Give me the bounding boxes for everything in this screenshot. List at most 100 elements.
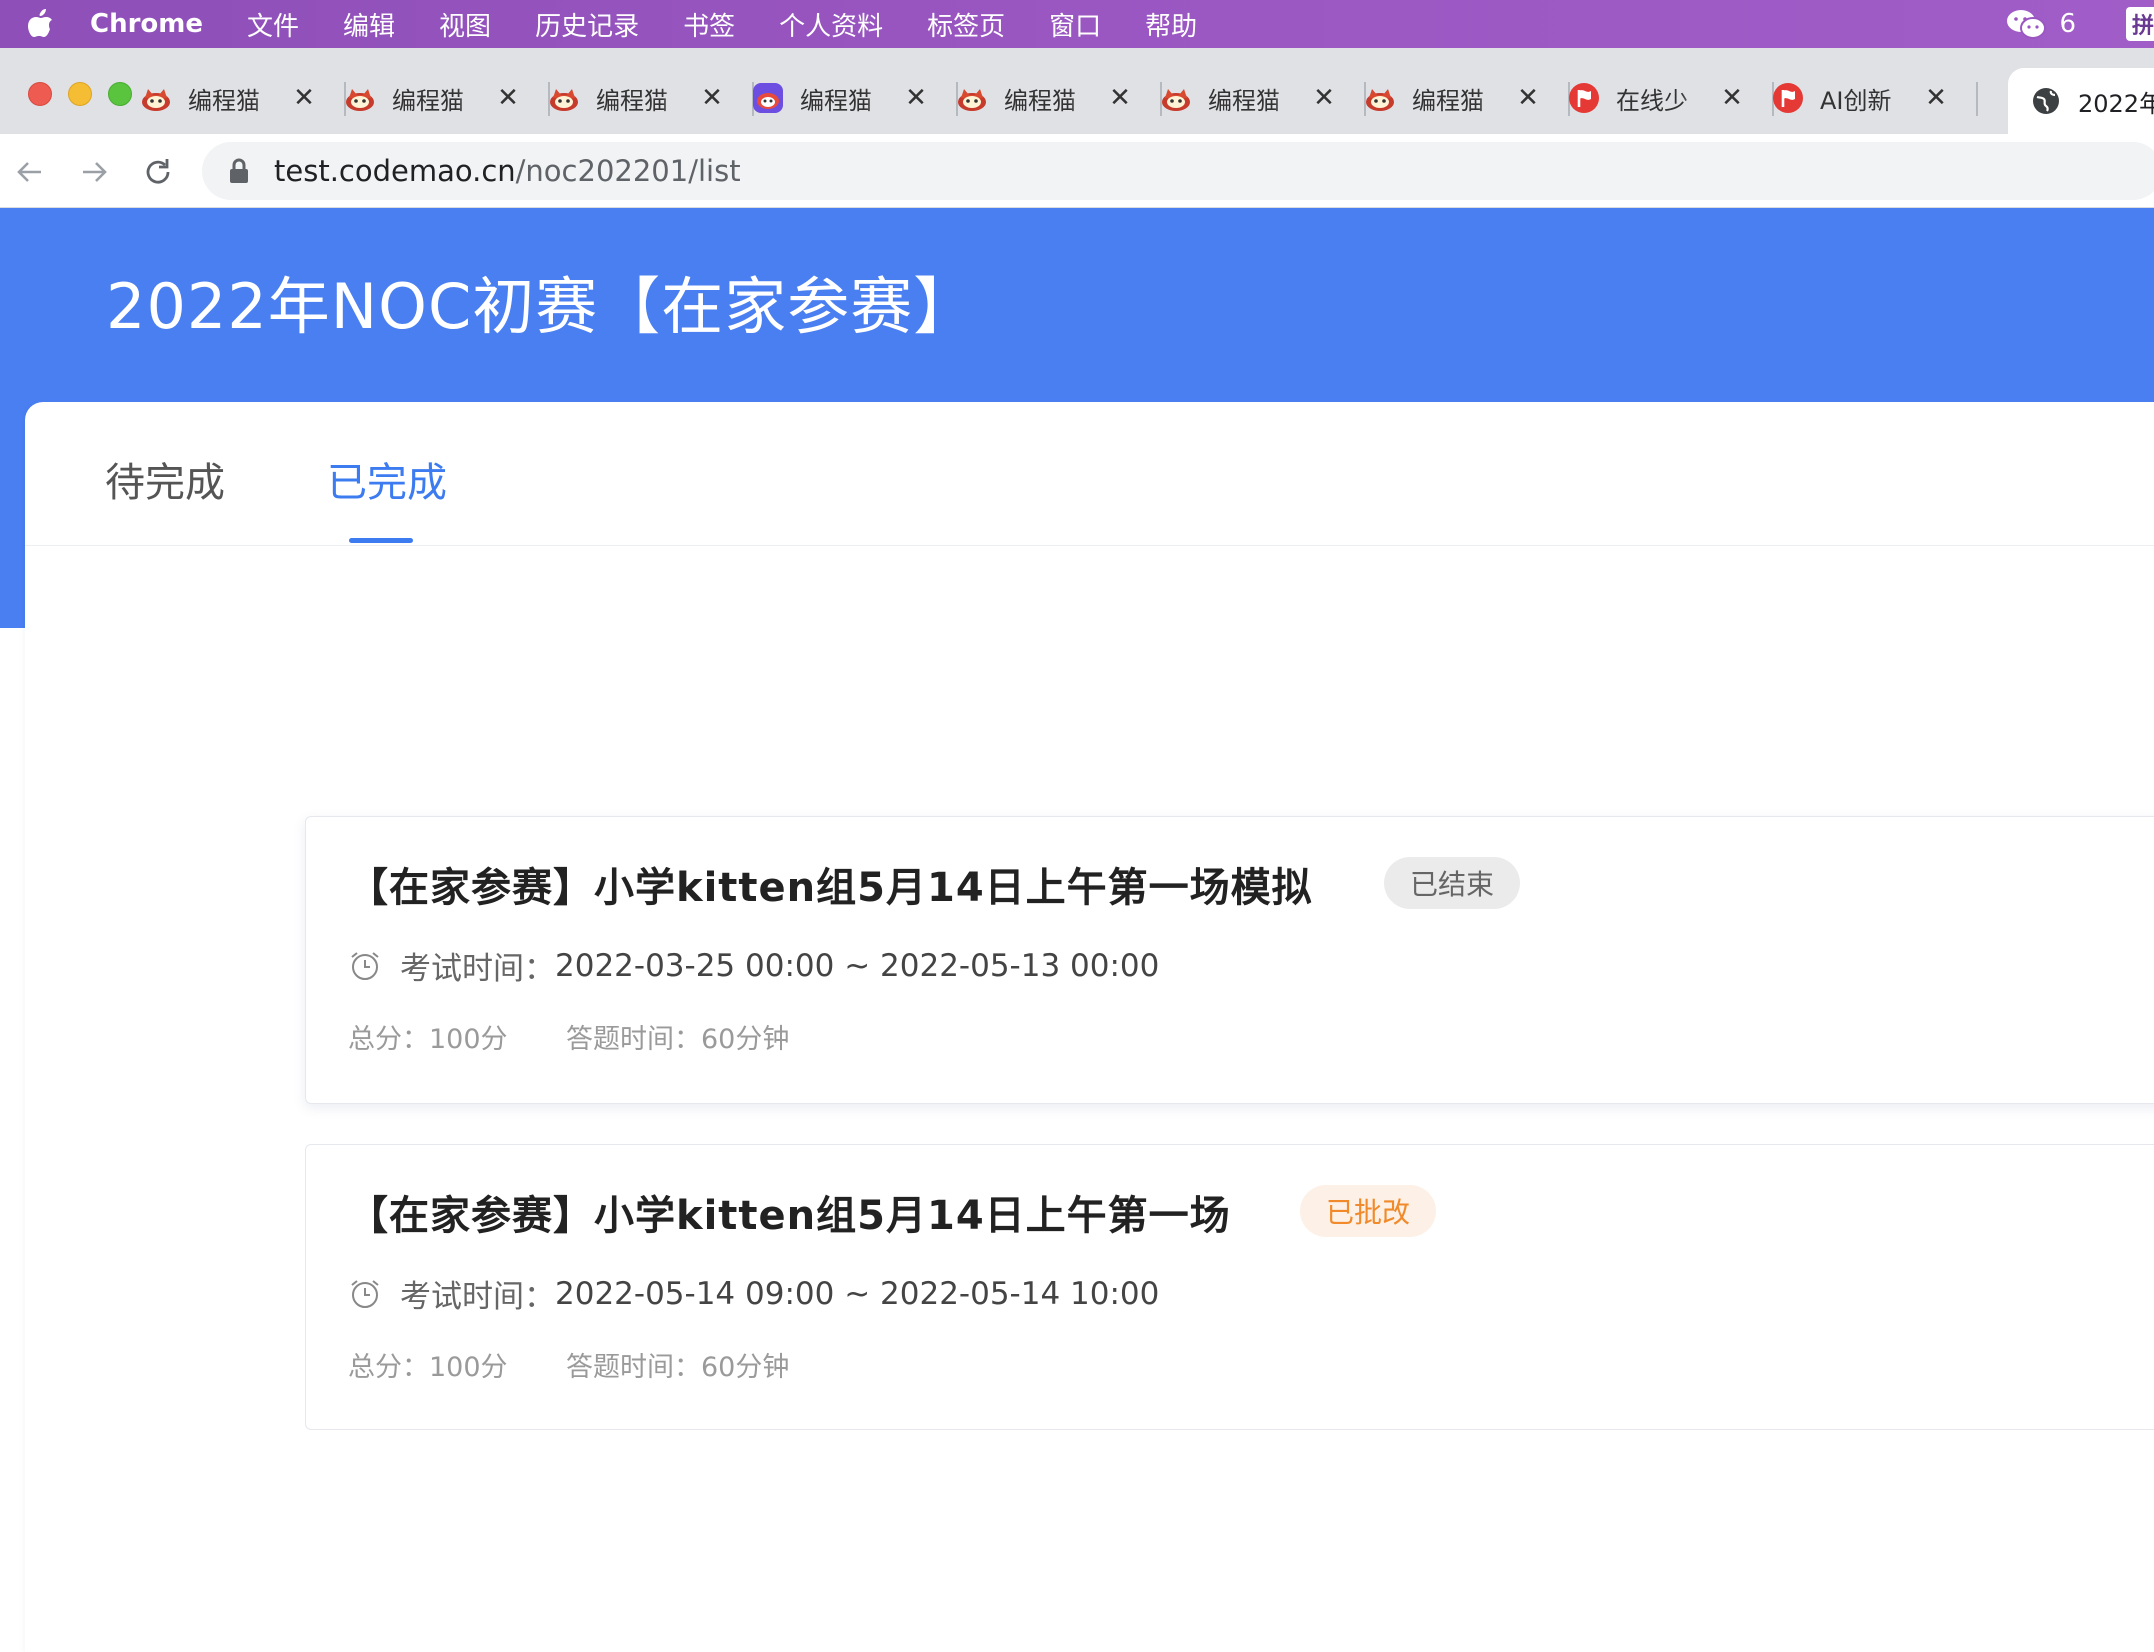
- browser-tab[interactable]: 编程猫 ✕: [140, 68, 346, 128]
- reload-icon: [146, 159, 170, 184]
- menu-window[interactable]: 窗口: [1049, 6, 1101, 43]
- tab-title: 编程猫: [188, 86, 260, 115]
- menu-view[interactable]: 视图: [439, 6, 491, 43]
- forward-button[interactable]: [74, 152, 114, 192]
- alarm-clock-icon: [351, 951, 379, 980]
- browser-tab[interactable]: 在线少 ✕: [1568, 68, 1774, 128]
- exam-title: 【在家参赛】小学kitten组5月14日上午第一场模拟: [348, 865, 1313, 911]
- tab-separator: [1976, 82, 1978, 116]
- wechat-status[interactable]: 6: [2005, 7, 2076, 41]
- exam-time-label: 考试时间：: [400, 1279, 555, 1315]
- globe-icon: [2030, 85, 2062, 117]
- menu-profiles[interactable]: 个人资料: [779, 6, 883, 43]
- exam-meta-row: 总分：100分 答题时间：60分钟: [348, 1017, 789, 1056]
- red-flag-icon: [1568, 82, 1600, 114]
- back-button[interactable]: [10, 152, 50, 192]
- browser-tab[interactable]: AI创新 ✕: [1772, 68, 1978, 128]
- menu-app-name[interactable]: Chrome: [90, 9, 203, 39]
- menu-history[interactable]: 历史记录: [535, 6, 639, 43]
- close-tab-icon[interactable]: ✕: [1516, 83, 1540, 113]
- menu-edit[interactable]: 编辑: [343, 6, 395, 43]
- close-tab-icon[interactable]: ✕: [1720, 83, 1744, 113]
- close-tab-icon[interactable]: ✕: [1108, 83, 1132, 113]
- tab-title: 在线少: [1616, 86, 1688, 115]
- exam-time-row: 考试时间： 2022-05-14 09:00 ~ 2022-05-14 10:0…: [348, 1271, 1159, 1316]
- tab-title: 2022年: [2078, 89, 2154, 118]
- red-flag-icon: [1772, 82, 1804, 114]
- tab-title: 编程猫: [1412, 86, 1484, 115]
- tab-title: 编程猫: [596, 86, 668, 115]
- browser-tab[interactable]: 编程猫 ✕: [1160, 68, 1366, 128]
- status-badge: 已结束: [1384, 857, 1521, 909]
- close-tab-icon[interactable]: ✕: [292, 83, 316, 113]
- tab-title: 编程猫: [1004, 86, 1076, 115]
- window-controls: [28, 82, 132, 106]
- url-path: /noc202201/list: [515, 154, 741, 188]
- exam-list-panel: 待完成 已完成 【在家参赛】小学kitten组5月14日上午第一场模拟 已结束 …: [25, 402, 2154, 1652]
- active-tab-indicator: [349, 538, 413, 543]
- minimize-window-button[interactable]: [68, 82, 92, 106]
- close-tab-icon[interactable]: ✕: [1312, 83, 1336, 113]
- browser-tab[interactable]: 编程猫 ✕: [956, 68, 1162, 128]
- tab-active[interactable]: 2022年: [2008, 68, 2154, 134]
- menu-bookmarks[interactable]: 书签: [683, 6, 735, 43]
- browser-toolbar: test.codemao.cn/noc202201/list: [0, 134, 2154, 208]
- codemao-cat-icon: [956, 82, 988, 114]
- browser-tab[interactable]: 编程猫 ✕: [344, 68, 550, 128]
- apple-icon[interactable]: [20, 0, 60, 48]
- tab-title: 编程猫: [800, 86, 872, 115]
- page-content: 2022年NOC初赛【在家参赛】 待完成 已完成 【在家参赛】小学kitten组…: [0, 208, 2154, 1652]
- tab-pending[interactable]: 待完成: [105, 450, 225, 508]
- menu-help[interactable]: 帮助: [1145, 6, 1197, 43]
- menu-tab[interactable]: 标签页: [927, 6, 1005, 43]
- wechat-icon: [2007, 10, 2047, 39]
- wechat-count: 6: [2059, 9, 2076, 39]
- alarm-clock-icon: [351, 1279, 379, 1308]
- exam-score: 总分：100分: [348, 1024, 508, 1055]
- arrow-left-icon: [17, 162, 41, 182]
- lock-icon[interactable]: [228, 158, 250, 184]
- arrow-right-icon: [83, 162, 107, 182]
- browser-tab[interactable]: 编程猫 ✕: [548, 68, 754, 128]
- zoom-window-button[interactable]: [108, 82, 132, 106]
- codemao-cat-icon: [140, 82, 172, 114]
- close-tab-icon[interactable]: ✕: [904, 83, 928, 113]
- codemao-cat-icon: [1160, 82, 1192, 114]
- input-method-badge[interactable]: 拼: [2126, 7, 2154, 41]
- tab-title: 编程猫: [1208, 86, 1280, 115]
- exam-score: 总分：100分: [348, 1352, 508, 1383]
- status-tabs: 待完成 已完成: [25, 402, 2154, 546]
- codemao-cat-icon: [344, 82, 376, 114]
- url-host: test.codemao.cn: [274, 154, 516, 188]
- exam-card[interactable]: 【在家参赛】小学kitten组5月14日上午第一场模拟 已结束 考试时间： 20…: [305, 816, 2154, 1104]
- codemao-cat-icon: [1364, 82, 1396, 114]
- exam-duration: 答题时间：60分钟: [566, 1024, 790, 1055]
- exam-time-row: 考试时间： 2022-03-25 00:00 ~ 2022-05-13 00:0…: [348, 943, 1159, 988]
- tab-completed[interactable]: 已完成: [327, 450, 447, 508]
- menu-file[interactable]: 文件: [247, 6, 299, 43]
- exam-title: 【在家参赛】小学kitten组5月14日上午第一场: [348, 1193, 1231, 1239]
- exam-time-label: 考试时间：: [400, 951, 555, 987]
- exam-meta-row: 总分：100分 答题时间：60分钟: [348, 1345, 789, 1384]
- close-tab-icon[interactable]: ✕: [700, 83, 724, 113]
- codemao-app-icon: [752, 82, 784, 114]
- address-bar[interactable]: test.codemao.cn/noc202201/list: [202, 142, 2154, 200]
- close-tab-icon[interactable]: ✕: [496, 83, 520, 113]
- status-badge: 已批改: [1300, 1185, 1437, 1237]
- tab-title: AI创新: [1820, 86, 1892, 115]
- tab-strip: 2022年 编程猫 ✕ 编程猫 ✕ 编程猫 ✕ 编程猫 ✕ 编程猫 ✕ 编程猫 ✕ 编程猫 ✕ 在线少 ✕ AI…: [0, 48, 2154, 134]
- close-window-button[interactable]: [28, 82, 52, 106]
- exam-time-range: 2022-05-14 09:00 ~ 2022-05-14 10:00: [555, 1275, 1160, 1312]
- close-tab-icon[interactable]: ✕: [1924, 83, 1948, 113]
- reload-button[interactable]: [138, 152, 178, 192]
- codemao-cat-icon: [548, 82, 580, 114]
- exam-time-range: 2022-03-25 00:00 ~ 2022-05-13 00:00: [555, 947, 1160, 984]
- page-title: 2022年NOC初赛【在家参赛】: [106, 270, 977, 343]
- tab-title: 编程猫: [392, 86, 464, 115]
- menu-bar: Chrome 文件 编辑 视图 历史记录 书签 个人资料 标签页 窗口 帮助 6…: [0, 0, 2154, 48]
- url-text[interactable]: test.codemao.cn/noc202201/list: [274, 154, 741, 188]
- browser-tab[interactable]: 编程猫 ✕: [752, 68, 958, 128]
- exam-card[interactable]: 【在家参赛】小学kitten组5月14日上午第一场 已批改 考试时间： 2022…: [305, 1144, 2154, 1430]
- browser-tab[interactable]: 编程猫 ✕: [1364, 68, 1570, 128]
- exam-duration: 答题时间：60分钟: [566, 1352, 790, 1383]
